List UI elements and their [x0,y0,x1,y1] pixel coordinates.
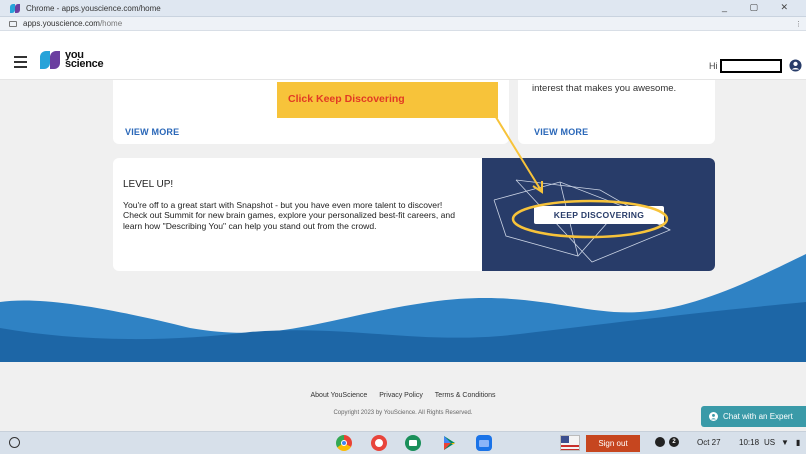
window-title: Chrome - apps.youscience.com/home [26,3,161,13]
keep-discovering-button[interactable]: KEEP DISCOVERING [534,206,664,224]
app-header: you science Hi [0,31,806,80]
youscience-logo-mark-icon [40,51,62,69]
youscience-logo[interactable]: you science [40,50,104,70]
chrome-icon[interactable] [336,435,352,451]
locale-label[interactable]: US [764,438,775,447]
window-controls[interactable]: _ ▢ ✕ [722,2,798,13]
more-menu-icon[interactable]: ⋮ [795,20,802,28]
level-up-card: LEVEL UP! You're off to a great start wi… [113,158,715,271]
view-more-link[interactable]: VIEW MORE [125,127,179,137]
level-up-title: LEVEL UP! [123,179,174,190]
youscience-favicon-icon [10,3,21,13]
greeting: Hi [709,61,718,71]
chat-with-expert-button[interactable]: Chat with an Expert [701,406,806,427]
files-icon[interactable] [476,435,492,451]
keyboard-layout-flag-icon[interactable] [560,435,580,451]
sign-out-button[interactable]: Sign out [586,435,640,452]
time-label[interactable]: 10:18 [739,438,759,447]
user-icon [709,412,718,421]
privacy-policy-link[interactable]: Privacy Policy [379,392,423,399]
os-shelf: Sign out 2 Oct 27 10:18 US ▼ ▮ [0,431,806,454]
wifi-icon[interactable]: ▼ [781,438,789,447]
copyright-text: Copyright 2023 by YouScience. All Rights… [333,410,473,416]
address-bar[interactable]: apps.youscience.com/home ⋮ [0,17,806,31]
classroom-icon[interactable] [405,435,421,451]
view-more-link[interactable]: VIEW MORE [534,127,588,137]
play-store-icon[interactable] [441,435,457,451]
terms-link[interactable]: Terms & Conditions [435,392,496,399]
instruction-callout: Click Keep Discovering [277,82,498,118]
battery-icon[interactable]: ▮ [796,438,800,447]
card-snippet-text: interest that makes you awesome. [532,83,677,94]
card-interests-summary: interest that makes you awesome. VIEW MO… [518,80,715,144]
level-up-description: You're off to a great start with Snapsho… [123,200,455,231]
main-content: VIEW MORE interest that makes you awesom… [0,80,806,424]
paint-icon[interactable] [371,435,387,451]
footer-links: About YouScience Privacy Policy Terms & … [0,392,806,399]
hamburger-menu-icon[interactable] [14,56,27,71]
notification-badge[interactable]: 2 [669,437,679,447]
logo-text-science: science [65,58,104,70]
window-title-bar: Chrome - apps.youscience.com/home _ ▢ ✕ [0,0,806,17]
record-icon[interactable] [655,437,665,447]
level-up-graphic-panel: KEEP DISCOVERING [482,158,715,271]
redacted-username [720,59,782,73]
page-info-icon[interactable] [9,20,17,27]
user-account-icon[interactable] [789,59,802,72]
url-text[interactable]: apps.youscience.com/home [23,19,122,28]
date-label[interactable]: Oct 27 [697,438,721,447]
callout-text: Click Keep Discovering [288,93,405,105]
chat-label: Chat with an Expert [723,412,793,421]
launcher-icon[interactable] [9,437,20,448]
about-link[interactable]: About YouScience [310,392,367,399]
